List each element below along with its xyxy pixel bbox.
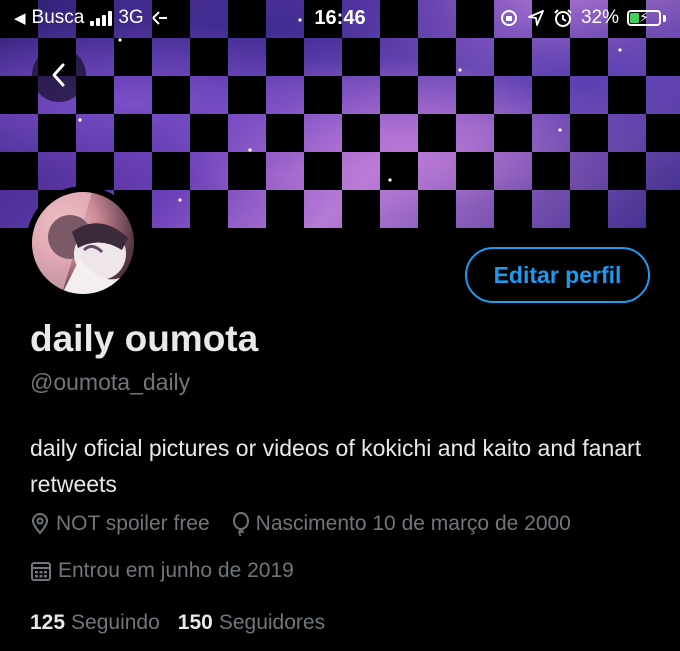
checker-square (380, 76, 418, 114)
checker-square (494, 190, 532, 228)
following-link[interactable]: 125 Seguindo (30, 611, 160, 635)
profile-bio: daily oficial pictures or videos of koki… (30, 435, 642, 497)
banner-star (458, 68, 462, 72)
checker-square (570, 190, 608, 228)
battery-percent: 32% (580, 7, 619, 28)
checker-square (190, 190, 228, 228)
checker-square (114, 38, 152, 76)
checker-square (266, 190, 304, 228)
birthday-item: Nascimento 10 de março de 2000 (232, 512, 571, 536)
checker-square (418, 190, 456, 228)
checker-square (570, 114, 608, 152)
checker-square (38, 114, 76, 152)
checker-square (532, 152, 570, 190)
charging-bolt-icon: ⚡ (639, 9, 649, 25)
balloon-icon (232, 512, 249, 536)
following-label: Seguindo (71, 611, 160, 634)
checker-square (114, 114, 152, 152)
checker-square (570, 38, 608, 76)
checker-square (152, 152, 190, 190)
checker-square (266, 38, 304, 76)
checker-square (228, 76, 266, 114)
checker-square (608, 76, 646, 114)
banner-star (558, 128, 562, 132)
user-handle: @oumota_daily (30, 369, 191, 395)
checker-square (0, 152, 38, 190)
checker-square (152, 76, 190, 114)
avatar-illustration (32, 192, 134, 294)
checker-square (494, 38, 532, 76)
checker-square (494, 114, 532, 152)
checker-square (266, 114, 304, 152)
checker-square (228, 152, 266, 190)
banner-star (118, 38, 122, 42)
chevron-left-icon (52, 63, 65, 87)
profile-meta-row: Entrou em junho de 2019 (30, 559, 316, 583)
banner-star (78, 118, 82, 122)
checker-square (190, 38, 228, 76)
display-name: daily oumota (30, 318, 259, 359)
checker-square (418, 38, 456, 76)
checker-square (608, 152, 646, 190)
battery-nub (663, 14, 666, 22)
profile-meta-row: NOT spoiler free Nascimento 10 de março … (30, 512, 593, 536)
checker-square (380, 152, 418, 190)
checker-square (646, 114, 680, 152)
avatar-image (32, 192, 134, 294)
alarm-icon (554, 9, 572, 27)
orientation-lock-icon (500, 10, 517, 26)
status-bar-right: 32% ⚡ (499, 4, 666, 32)
joined-text: Entrou em junho de 2019 (58, 559, 294, 582)
location-item: NOT spoiler free (30, 512, 210, 536)
checker-square (76, 152, 114, 190)
checker-square (418, 114, 456, 152)
birthday-text: Nascimento 10 de março de 2000 (255, 512, 571, 535)
checker-square (190, 114, 228, 152)
calendar-icon (31, 562, 51, 581)
checker-square (646, 190, 680, 228)
following-count: 125 (30, 611, 66, 634)
joined-item: Entrou em junho de 2019 (30, 559, 294, 583)
checker-square (456, 152, 494, 190)
checker-square (646, 38, 680, 76)
avatar[interactable] (26, 186, 140, 300)
follow-stats: 125 Seguindo 150 Seguidores (30, 611, 325, 635)
back-button[interactable] (32, 48, 86, 102)
banner-star (248, 148, 252, 152)
checker-square (342, 190, 380, 228)
edit-profile-button[interactable]: Editar perfil (465, 247, 650, 303)
checker-square (456, 76, 494, 114)
location-text: NOT spoiler free (56, 512, 210, 535)
followers-count: 150 (177, 611, 213, 634)
banner-star (388, 178, 392, 182)
location-pin-icon (31, 513, 49, 535)
checker-square (304, 76, 342, 114)
banner-star (618, 48, 622, 52)
checker-square (532, 76, 570, 114)
battery-icon: ⚡ (627, 9, 661, 26)
followers-link[interactable]: 150 Seguidores (178, 611, 325, 635)
banner-star (178, 198, 182, 202)
location-icon (528, 10, 544, 26)
followers-label: Seguidores (218, 611, 326, 634)
checker-square (342, 114, 380, 152)
checker-square (342, 38, 380, 76)
checker-square (304, 152, 342, 190)
